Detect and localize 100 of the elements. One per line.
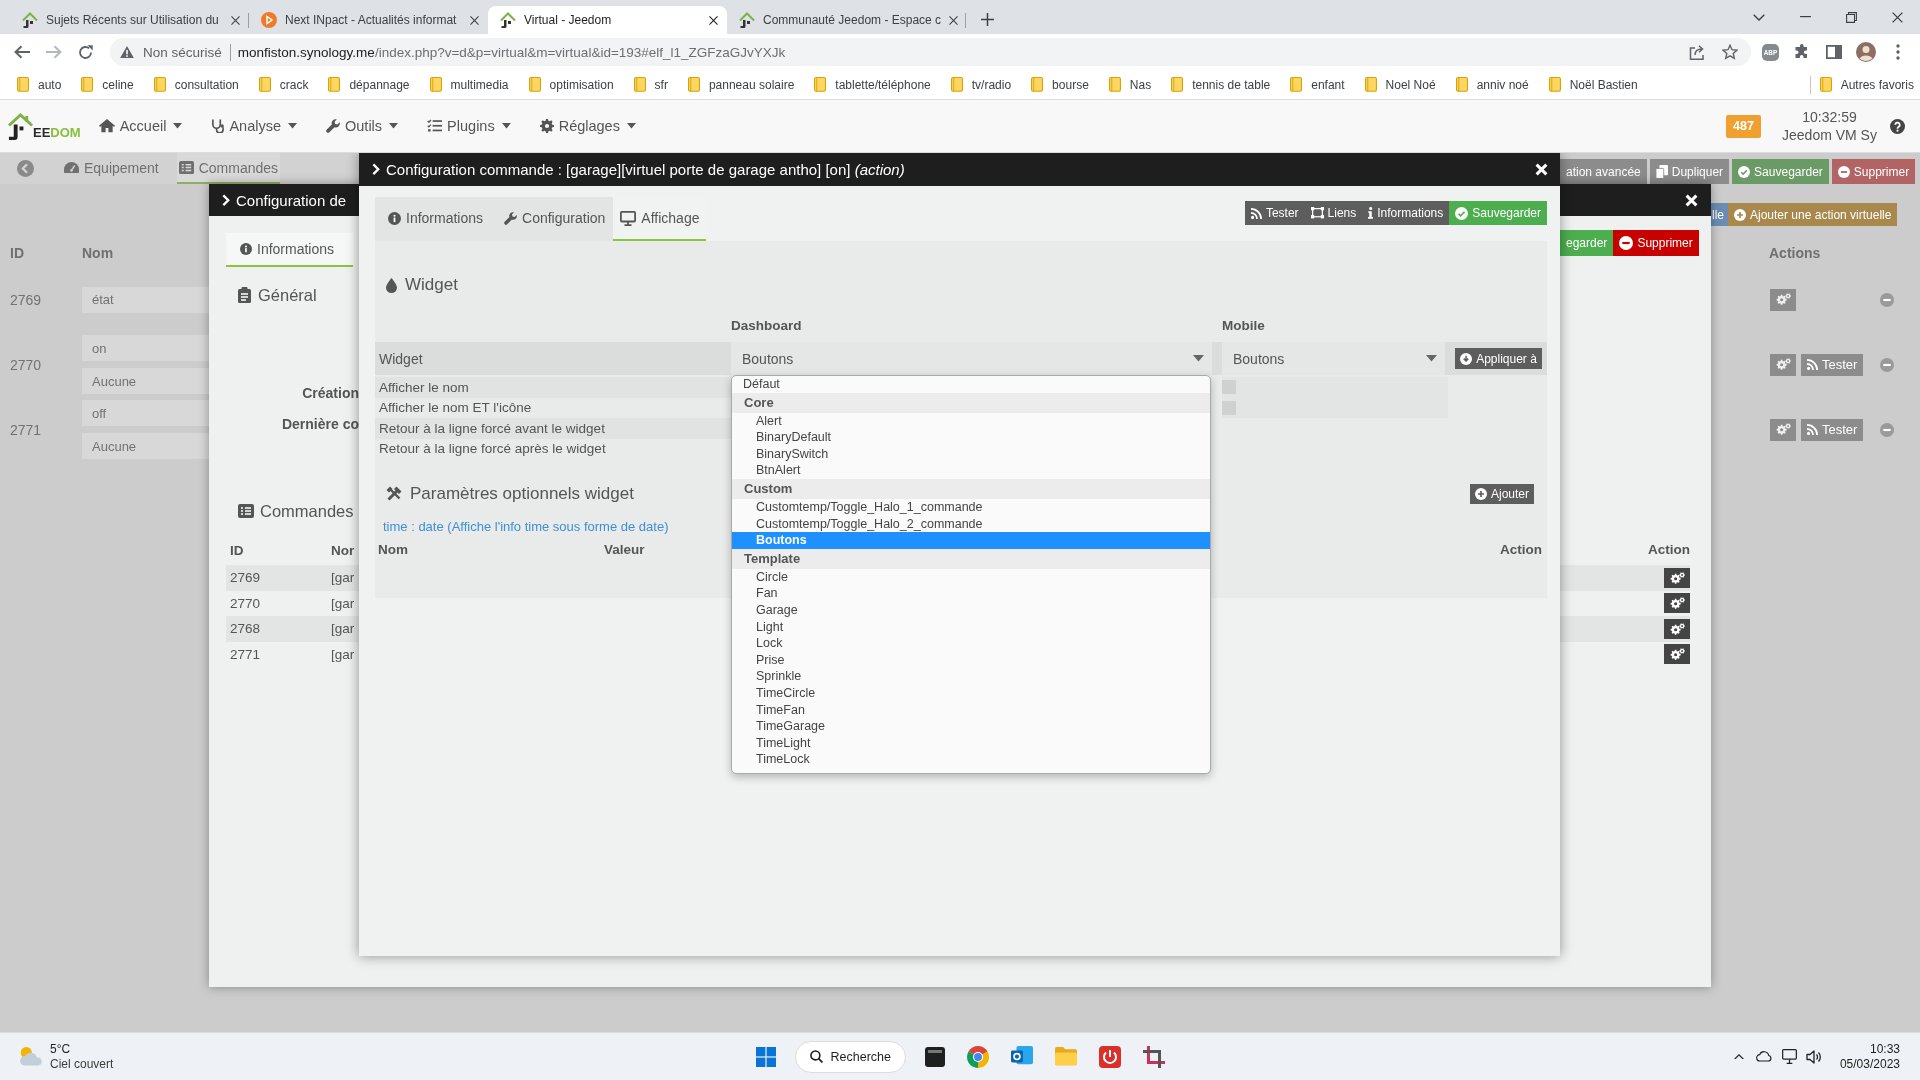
remove-icon[interactable] [1880, 422, 1894, 437]
dropdown-option[interactable]: BinaryDefault [732, 429, 1210, 446]
test-button[interactable]: Tester [1244, 201, 1305, 225]
bookmark-star-icon[interactable] [1722, 44, 1738, 60]
input-field[interactable]: Aucune [82, 433, 209, 459]
bookmark-folder[interactable]: enfant [1280, 72, 1355, 97]
tab[interactable]: Configuration [491, 197, 614, 241]
bookmark-folder[interactable]: consultation [143, 72, 249, 97]
browser-icon[interactable] [966, 1045, 989, 1068]
input-field[interactable]: off [82, 400, 209, 426]
settings-button[interactable] [1664, 644, 1690, 665]
help-icon[interactable] [1890, 118, 1905, 134]
nav-menu[interactable]: Réglages [539, 118, 636, 134]
window-icon[interactable] [924, 1046, 945, 1067]
checkbox[interactable] [1222, 400, 1236, 415]
dropdown-option[interactable]: Sprinkle [732, 668, 1210, 685]
bookmark-folder[interactable]: tablette/téléphone [804, 72, 941, 97]
network-icon[interactable] [1781, 1049, 1797, 1064]
settings-button[interactable] [1664, 567, 1690, 588]
bookmark-folder[interactable]: celine [71, 72, 144, 97]
plus-icon[interactable] [981, 13, 994, 26]
info-button[interactable]: Informations [1362, 201, 1450, 225]
four-squares-icon[interactable] [755, 1046, 776, 1067]
bookmark-folder[interactable]: multimedia [419, 72, 519, 97]
links-button[interactable]: Liens [1304, 201, 1363, 225]
apply-button[interactable]: Appliquer à [1455, 348, 1542, 369]
nav-menu[interactable]: Analyse [211, 118, 298, 134]
puzzle-icon[interactable] [1794, 44, 1810, 60]
tab[interactable]: Informations [226, 233, 353, 267]
side-panel-icon[interactable] [1826, 45, 1842, 59]
close-icon[interactable] [949, 15, 959, 25]
dropdown-option[interactable]: Défaut [732, 376, 1210, 393]
nav-menu[interactable]: Accueil [98, 118, 183, 134]
browser-tab[interactable]: Next INpact - Actualités informat [249, 6, 488, 34]
dropdown-option[interactable]: TimeGarage [732, 718, 1210, 735]
delete-button[interactable]: Supprimer [1613, 230, 1699, 256]
bookmark-folder[interactable]: auto [7, 72, 72, 97]
dropdown-option[interactable]: BinarySwitch [732, 445, 1210, 463]
dropdown-option[interactable]: Prise [732, 651, 1210, 669]
minimize-icon[interactable] [1800, 16, 1811, 18]
mail-icon[interactable] [1010, 1046, 1033, 1067]
tab[interactable]: Affichage [613, 197, 707, 241]
back-icon[interactable] [14, 45, 30, 59]
nav-menu[interactable]: Outils [326, 118, 399, 134]
tab[interactable]: Informations [375, 197, 492, 241]
dropdown-option[interactable]: Customtemp/Toggle_Halo_2_commande [732, 515, 1210, 533]
browser-tab[interactable]: Communauté Jeedom - Espace c [727, 6, 966, 34]
chevron-down-icon[interactable] [1753, 13, 1765, 21]
add-button[interactable]: Ajouter [1469, 484, 1534, 504]
close-icon[interactable] [709, 15, 718, 25]
dropdown-option[interactable]: TimeFan [732, 701, 1210, 719]
bookmark-folder[interactable]: Noel Noé [1354, 72, 1446, 97]
bookmark-folder[interactable]: panneau solaire [677, 72, 805, 97]
search-button[interactable]: Recherche [794, 1040, 906, 1073]
chevron-up-icon[interactable] [1733, 1053, 1744, 1060]
speaker-icon[interactable] [1805, 1049, 1822, 1064]
delete-button[interactable]: Supprimer [1831, 159, 1916, 184]
bookmark-folder[interactable]: Noël Bastien [1538, 72, 1648, 97]
dropdown-option[interactable]: TimeLock [732, 751, 1210, 768]
bookmark-folder[interactable]: optimisation [518, 72, 624, 97]
crop-icon[interactable] [1142, 1045, 1165, 1068]
browser-tab[interactable]: Sujets Récents sur Utilisation du [10, 6, 249, 34]
close-icon[interactable] [231, 15, 240, 25]
dropdown-option[interactable]: Lock [732, 635, 1210, 652]
dropdown-option[interactable]: TimeCircle [732, 684, 1210, 702]
cloud-icon[interactable] [1755, 1051, 1772, 1062]
input-field[interactable]: Aucune [82, 368, 209, 394]
close-icon[interactable] [470, 15, 479, 25]
close-icon[interactable] [1892, 11, 1903, 23]
avatar-icon[interactable] [1856, 42, 1876, 62]
widget-select[interactable]: Boutons [1222, 342, 1445, 375]
dropdown-option[interactable]: Alert [732, 412, 1210, 430]
share-icon[interactable] [1689, 44, 1705, 60]
bookmark-folder[interactable]: anniv noé [1445, 72, 1539, 97]
bookmark-folder[interactable]: tennis de table [1161, 72, 1281, 97]
dropdown-option[interactable]: TimeLight [732, 734, 1210, 752]
tab[interactable]: Commandes [176, 153, 281, 184]
input-field[interactable]: on [82, 335, 209, 361]
address-bar[interactable]: Non sécurisé monfiston.synology.me/index.php?v=d&p=virtual&m=virtual&id=193#elf_l1_ZGFzaGJvYXJk [110, 38, 1751, 66]
bookmark-folder[interactable]: bourse [1021, 72, 1099, 97]
settings-button[interactable] [1664, 618, 1690, 639]
dropdown-option[interactable]: Circle [732, 568, 1210, 586]
power-icon[interactable] [1098, 1045, 1121, 1068]
bookmark-folder[interactable]: Autres favoris [1810, 72, 1920, 97]
nav-menu[interactable]: Plugins [427, 118, 511, 134]
widget-select[interactable]: Boutons [731, 342, 1212, 375]
dropdown-option[interactable]: Fan [732, 585, 1210, 602]
dropdown-option[interactable]: Garage [732, 601, 1210, 619]
bookmark-folder[interactable]: tv/radio [940, 72, 1022, 97]
browser-tab[interactable]: Virtual - Jeedom [488, 6, 727, 34]
security-label[interactable]: Non sécurisé [143, 44, 222, 60]
remove-icon[interactable] [1880, 292, 1894, 307]
checkbox[interactable] [1222, 380, 1236, 395]
bookmark-folder[interactable]: crack [248, 72, 319, 97]
reload-icon[interactable] [78, 44, 93, 60]
bookmark-folder[interactable]: Nas [1098, 72, 1162, 97]
menu-icon[interactable] [1896, 44, 1900, 60]
dropdown-option[interactable]: BtnAlert [732, 462, 1210, 479]
bookmark-folder[interactable]: dépannage [318, 72, 420, 97]
settings-button[interactable] [1664, 593, 1690, 614]
